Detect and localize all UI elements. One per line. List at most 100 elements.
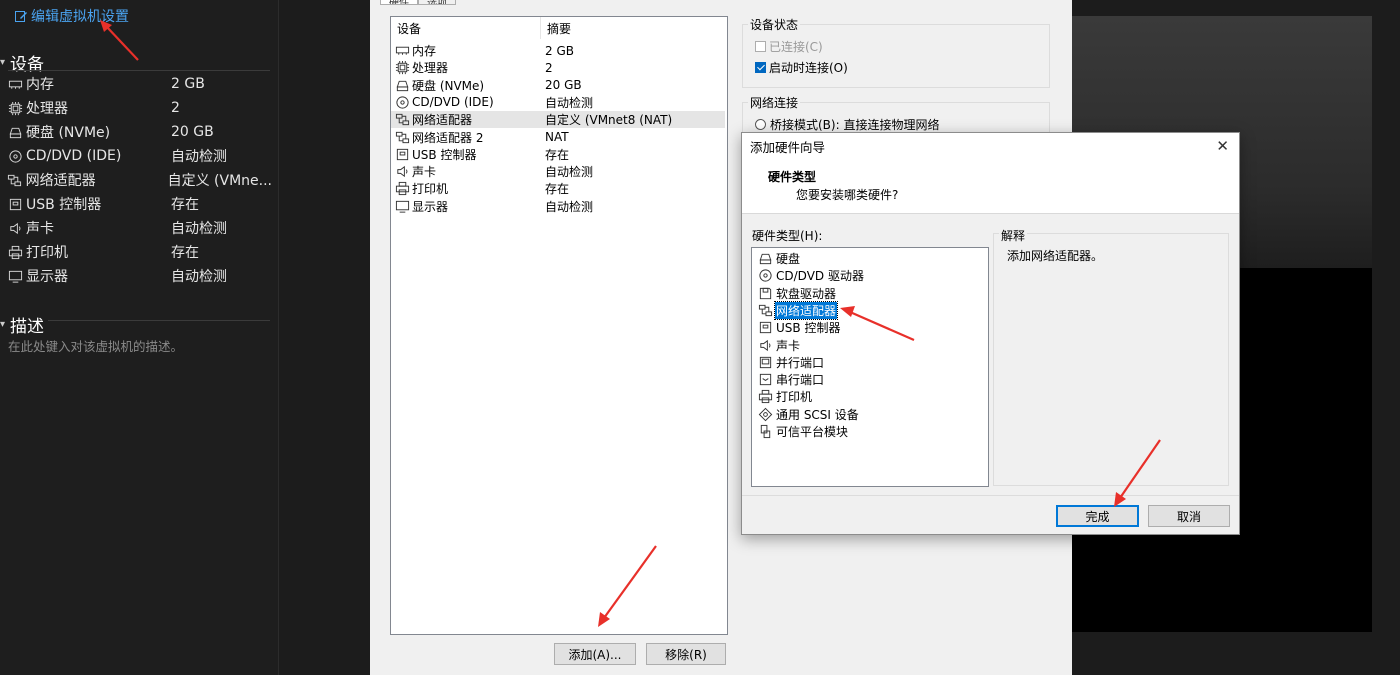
- device-list-row[interactable]: 网络适配器 2 NAT: [391, 129, 725, 146]
- device-list-row[interactable]: 声卡 自动检测: [391, 163, 725, 180]
- hardware-type-item[interactable]: 硬盘: [758, 250, 801, 267]
- column-header-device[interactable]: 设备: [391, 17, 541, 39]
- background-strip: [279, 0, 370, 675]
- edit-vm-settings-link[interactable]: 编辑虚拟机设置: [14, 6, 129, 26]
- hardware-type-item[interactable]: 打印机: [758, 388, 813, 405]
- network-icon: [7, 173, 23, 187]
- hardware-type-name: 串行端口: [776, 373, 825, 388]
- hardware-type-item[interactable]: 并行端口: [758, 354, 825, 371]
- vm-device-name: 硬盘 (NVMe): [26, 125, 111, 141]
- printer-icon: [758, 389, 773, 404]
- device-name: 打印机: [412, 182, 449, 197]
- device-name: 网络适配器: [412, 113, 473, 128]
- wizard-header: 硬件类型 您要安装哪类硬件?: [742, 159, 1239, 214]
- vm-device-row[interactable]: 显示器 自动检测: [7, 264, 272, 288]
- edit-icon: [14, 9, 28, 23]
- hardware-type-list[interactable]: 硬盘 CD/DVD 驱动器软盘驱动器 网络适配器 USB 控制器声卡并行端口串行端口打…: [751, 247, 989, 487]
- vm-device-name: 处理器: [26, 101, 68, 117]
- section-divider: [8, 70, 270, 71]
- hdd-icon: [7, 125, 23, 139]
- hardware-type-label: 硬件类型(H):: [752, 229, 823, 243]
- printer-icon: [395, 181, 410, 196]
- device-summary: 2 GB: [545, 43, 574, 58]
- hardware-type-item[interactable]: CD/DVD 驱动器: [758, 267, 865, 284]
- floppy-icon: [758, 286, 773, 301]
- vm-device-row[interactable]: 硬盘 (NVMe) 20 GB: [7, 120, 272, 144]
- monitor-icon: [7, 269, 23, 283]
- finish-button[interactable]: 完成: [1056, 505, 1139, 527]
- hardware-type-item[interactable]: 可信平台模块: [758, 423, 849, 440]
- device-summary: 20 GB: [545, 78, 582, 93]
- hardware-type-name: 打印机: [776, 390, 813, 405]
- network-connection-label: 网络连接: [748, 94, 801, 111]
- vm-device-row[interactable]: USB 控制器 存在: [7, 192, 272, 216]
- hardware-type-item[interactable]: 声卡: [758, 337, 801, 354]
- memory-icon: [395, 43, 410, 58]
- hardware-type-item[interactable]: 通用 SCSI 设备: [758, 406, 860, 423]
- device-list[interactable]: 设备 摘要 内存 2 GB 处理器 2 硬盘 (NVMe) 20 GB CD/DVD (ID…: [390, 16, 728, 635]
- connect-on-start-checkbox[interactable]: [755, 62, 766, 73]
- bridged-mode-radio[interactable]: [755, 119, 766, 130]
- vm-device-value: 自动检测: [171, 269, 227, 285]
- device-list-row[interactable]: CD/DVD (IDE) 自动检测: [391, 94, 725, 111]
- hardware-type-name: 并行端口: [776, 355, 825, 370]
- device-name: 声卡: [412, 165, 437, 180]
- hardware-type-name: 可信平台模块: [776, 425, 849, 439]
- explanation-text: 添加网络适配器。: [1007, 249, 1104, 263]
- device-list-row[interactable]: USB 控制器 存在: [391, 146, 725, 163]
- vm-device-row[interactable]: 打印机 存在: [7, 240, 272, 264]
- add-hardware-button[interactable]: 添加(A)...: [554, 643, 636, 665]
- bridged-mode-radio-row[interactable]: 桥接模式(B): 直接连接物理网络: [755, 116, 939, 133]
- device-list-row[interactable]: 网络适配器 自定义 (VMnet8 (NAT): [391, 111, 725, 129]
- usb-icon: [7, 197, 23, 211]
- device-list-row[interactable]: 打印机 存在: [391, 180, 725, 197]
- column-header-summary[interactable]: 摘要: [541, 17, 725, 39]
- add-hardware-wizard: 添加硬件向导 ✕ 硬件类型 您要安装哪类硬件? 硬件类型(H): 硬盘 CD/DV…: [741, 132, 1240, 535]
- device-list-row[interactable]: 硬盘 (NVMe) 20 GB: [391, 77, 725, 94]
- device-list-row[interactable]: 处理器 2: [391, 59, 725, 76]
- hardware-type-name: 声卡: [776, 338, 801, 353]
- hardware-type-item[interactable]: 网络适配器: [758, 300, 839, 320]
- speaker-icon: [758, 338, 773, 353]
- hardware-type-item[interactable]: 软盘驱动器: [758, 285, 837, 302]
- connect-on-start-checkbox-row[interactable]: 启动时连接(O): [755, 59, 848, 76]
- close-icon[interactable]: ✕: [1216, 137, 1229, 155]
- vm-device-row[interactable]: 声卡 自动检测: [7, 216, 272, 240]
- vm-summary-panel: 编辑虚拟机设置 ▾ 设备 内存 2 GB 处理器 2 硬盘 (NVMe) 20 GB CD/…: [0, 0, 279, 675]
- tab-options[interactable]: 选项: [418, 0, 456, 5]
- speaker-icon: [395, 164, 410, 179]
- device-list-row[interactable]: 内存 2 GB: [391, 42, 725, 59]
- hardware-type-name: 通用 SCSI 设备: [776, 407, 859, 422]
- connected-checkbox[interactable]: [755, 41, 766, 52]
- hardware-type-item[interactable]: USB 控制器: [758, 319, 841, 336]
- tab-hardware[interactable]: 硬件: [380, 0, 418, 5]
- column-header-summary-label: 摘要: [547, 21, 572, 36]
- device-name: USB 控制器: [412, 147, 477, 162]
- hardware-type-item[interactable]: 串行端口: [758, 371, 825, 388]
- tpm-icon: [758, 424, 773, 439]
- vm-device-value: 20 GB: [171, 124, 214, 140]
- device-status-group: [742, 24, 1050, 88]
- device-name: 网络适配器 2: [412, 130, 484, 145]
- vm-device-row[interactable]: 内存 2 GB: [7, 72, 272, 96]
- vm-device-row[interactable]: CD/DVD (IDE) 自动检测: [7, 144, 272, 168]
- hdd-icon: [395, 78, 410, 93]
- printer-icon: [7, 245, 23, 259]
- vm-device-value: 2: [171, 100, 180, 116]
- scsi-icon: [758, 407, 773, 422]
- wizard-titlebar[interactable]: 添加硬件向导 ✕: [742, 133, 1239, 159]
- hardware-type-name: 软盘驱动器: [776, 286, 837, 301]
- device-summary: 自定义 (VMnet8 (NAT): [545, 113, 673, 128]
- description-placeholder[interactable]: 在此处键入对该虚拟机的描述。: [8, 336, 183, 355]
- cancel-button[interactable]: 取消: [1148, 505, 1230, 527]
- collapse-triangle-icon: ▾: [0, 57, 6, 68]
- serial-port-icon: [758, 372, 773, 387]
- device-list-row[interactable]: 显示器 自动检测: [391, 198, 725, 215]
- vm-device-row[interactable]: 处理器 2: [7, 96, 272, 120]
- remove-hardware-button[interactable]: 移除(R): [646, 643, 726, 665]
- description-section-header[interactable]: ▾ 描述: [0, 312, 44, 337]
- hardware-type-name: 网络适配器: [773, 300, 839, 320]
- device-name: 硬盘 (NVMe): [412, 78, 485, 93]
- connected-checkbox-row[interactable]: 已连接(C): [755, 38, 823, 55]
- vm-device-row[interactable]: 网络适配器 自定义 (VMne...: [7, 168, 272, 192]
